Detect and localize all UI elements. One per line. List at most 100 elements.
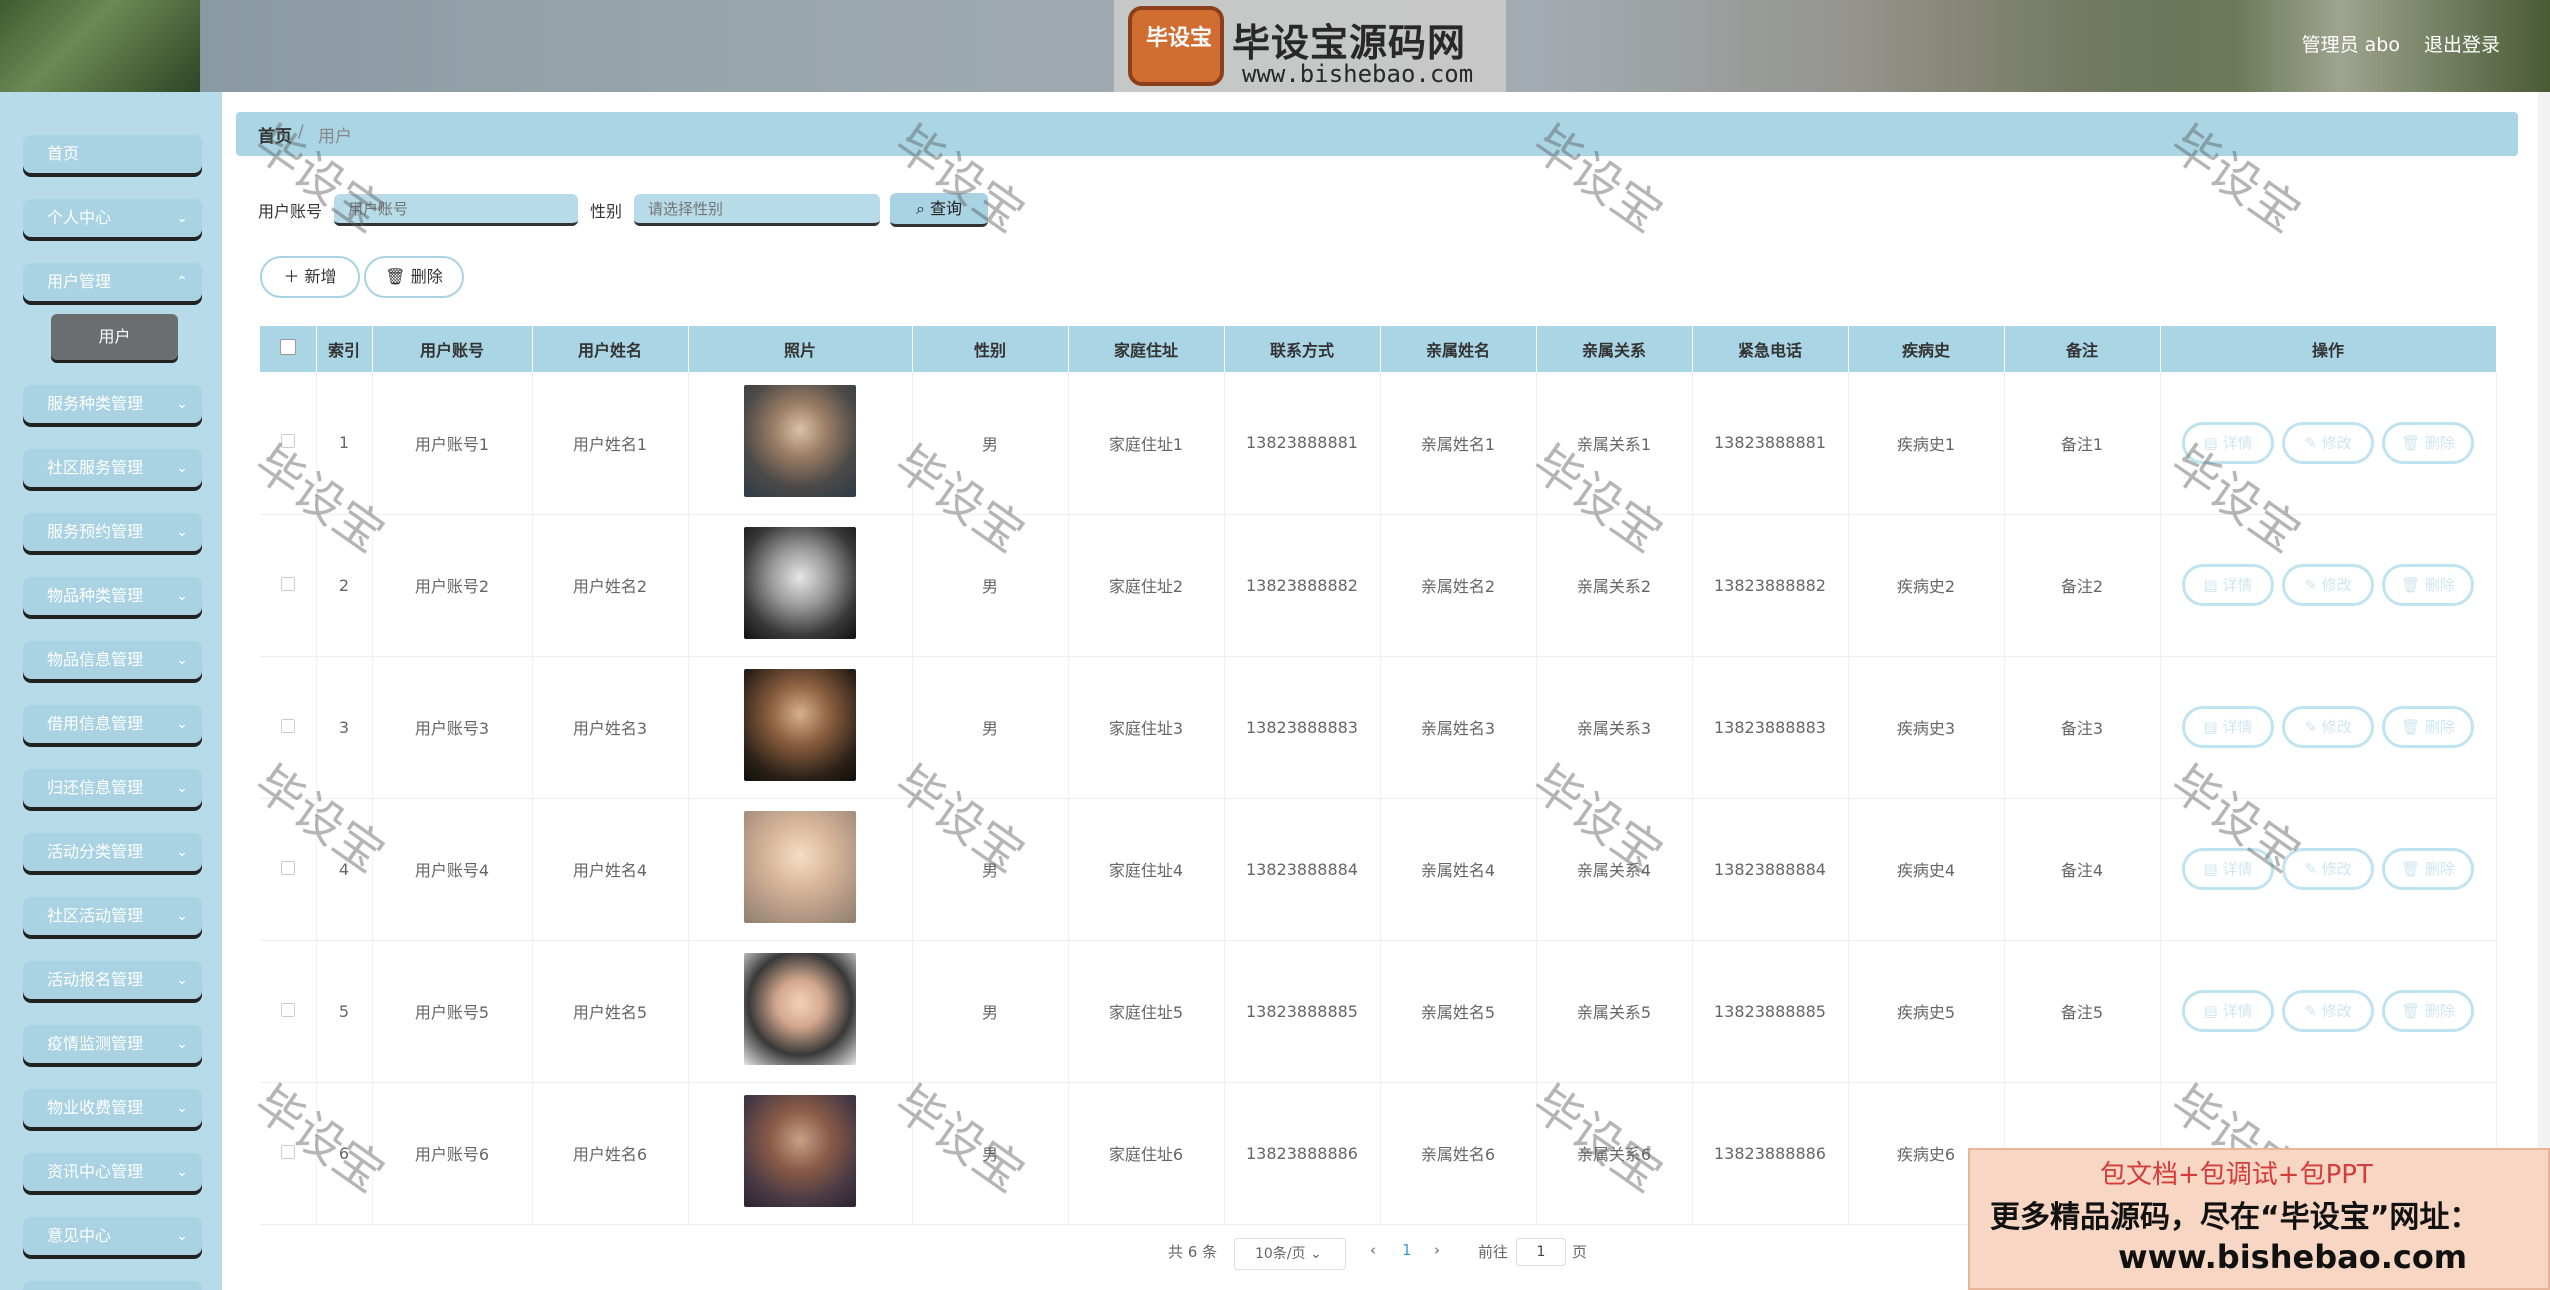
detail-button[interactable]: ▤ 详情 (2182, 990, 2274, 1032)
next-page-icon[interactable]: › (1434, 1241, 1440, 1259)
vertical-scrollbar[interactable] (2538, 92, 2550, 1290)
column-header: 紧急电话 (1692, 326, 1849, 372)
sidebar-item-service-category[interactable]: 服务种类管理 ⌄ (23, 385, 202, 423)
delete-button[interactable]: 🗑 删除 (2382, 564, 2474, 606)
sidebar-item-feedback-center[interactable]: 意见中心 ⌄ (23, 1217, 202, 1255)
sidebar-item-label: 活动报名管理 (47, 970, 144, 989)
pagination-total: 共 6 条 (1168, 1243, 1218, 1261)
goto-page-input[interactable]: 1 (1516, 1238, 1566, 1266)
sidebar-item-news-center[interactable]: 资讯中心管理 ⌄ (23, 1153, 202, 1191)
user-photo[interactable] (744, 669, 856, 781)
user-photo[interactable] (744, 384, 856, 497)
promo-banner[interactable]: 包文档+包调试+包PPT 更多精品源码，尽在“毕设宝”网址： www.bishe… (1968, 1148, 2550, 1290)
row-checkbox[interactable] (280, 860, 295, 875)
detail-button[interactable]: ▤ 详情 (2182, 706, 2274, 748)
disease-cell: 疾病史5 (1848, 940, 2005, 1083)
detail-label: 详情 (2222, 860, 2253, 878)
row-checkbox[interactable] (280, 1144, 295, 1159)
row-select-cell (260, 656, 317, 799)
account-search-input[interactable] (334, 194, 578, 226)
top-header: 毕设宝 毕设宝源码网 www.bishebao.com 管理员 abo 退出登录 (0, 0, 2550, 92)
sidebar-item-item-info[interactable]: 物品信息管理 ⌄ (23, 641, 202, 679)
account-cell: 用户账号6 (372, 1082, 533, 1225)
note-cell: 备注2 (2004, 514, 2161, 657)
page-unit-label: 页 (1572, 1243, 1588, 1261)
sidebar-subitem-user[interactable]: 用户 (51, 314, 178, 360)
detail-button[interactable]: ▤ 详情 (2182, 421, 2274, 464)
sidebar-item-property-fee[interactable]: 物业收费管理 ⌄ (23, 1089, 202, 1127)
edit-button[interactable]: ✎ 修改 (2282, 564, 2374, 606)
page-number-current[interactable]: 1 (1402, 1241, 1412, 1259)
user-photo[interactable] (744, 811, 856, 923)
phone-cell: 13823888886 (1224, 1082, 1381, 1225)
column-header: 疾病史 (1848, 326, 2005, 372)
delete-button[interactable]: 🗑 删除 (2382, 848, 2474, 890)
batch-delete-button[interactable]: 🗑 删除 (364, 256, 464, 298)
plus-icon: ＋ (283, 267, 300, 286)
sidebar-item-community-service[interactable]: 社区服务管理 ⌄ (23, 449, 202, 487)
emergency-cell: 13823888886 (1692, 1082, 1849, 1225)
prev-page-icon[interactable]: ‹ (1370, 1241, 1376, 1259)
delete-button[interactable]: 🗑 删除 (2382, 990, 2474, 1032)
phone-cell: 13823888883 (1224, 656, 1381, 799)
delete-label: 删除 (2424, 433, 2455, 452)
edit-button[interactable]: ✎ 修改 (2282, 421, 2374, 464)
sidebar-item-activity-category[interactable]: 活动分类管理 ⌄ (23, 833, 202, 871)
sidebar-item-home[interactable]: 首页 (23, 135, 202, 173)
row-checkbox[interactable] (280, 434, 295, 449)
detail-label: 详情 (2222, 433, 2253, 452)
edit-button[interactable]: ✎ 修改 (2282, 990, 2374, 1032)
select-all-header[interactable] (260, 326, 317, 372)
photo-cell (688, 1082, 913, 1225)
trash-icon: 🗑 (2401, 576, 2421, 594)
user-photo[interactable] (744, 953, 856, 1065)
page-size-value: 10条/页 (1255, 1246, 1306, 1262)
row-checkbox[interactable] (280, 718, 295, 733)
document-icon: ▤ (2203, 1002, 2218, 1020)
current-user: 管理员 abo (2301, 34, 2400, 56)
sidebar-item-profile[interactable]: 个人中心 ⌄ (23, 199, 202, 237)
logout-link[interactable]: 退出登录 (2424, 30, 2500, 57)
gender-cell: 男 (912, 940, 1069, 1083)
gender-cell: 男 (912, 372, 1069, 515)
account-cell: 用户账号2 (372, 514, 533, 657)
query-button[interactable]: ⌕ 查询 (890, 193, 988, 227)
address-cell: 家庭住址6 (1068, 1082, 1225, 1225)
delete-button[interactable]: 🗑 删除 (2382, 421, 2474, 464)
sidebar-item-epidemic-monitor[interactable]: 疫情监测管理 ⌄ (23, 1025, 202, 1063)
table-header-row: 索引 用户账号 用户姓名 照片 性别 家庭住址 联系方式 亲属姓名 亲属关系 紧… (260, 326, 2497, 372)
delete-button[interactable]: 🗑 删除 (2382, 706, 2474, 748)
detail-button[interactable]: ▤ 详情 (2182, 848, 2274, 890)
pencil-icon: ✎ (2304, 433, 2317, 452)
detail-button[interactable]: ▤ 详情 (2182, 564, 2274, 606)
gender-select[interactable] (634, 194, 880, 226)
edit-label: 修改 (2321, 1002, 2352, 1020)
user-photo[interactable] (744, 1095, 856, 1207)
sidebar-item-service-booking[interactable]: 服务预约管理 ⌄ (23, 513, 202, 551)
sidebar-item-label: 借用信息管理 (47, 714, 144, 733)
detail-label: 详情 (2222, 718, 2253, 736)
row-checkbox[interactable] (280, 1002, 295, 1017)
sidebar-item-user-management[interactable]: 用户管理 ⌃ (23, 263, 202, 301)
sidebar-item-more[interactable] (23, 1281, 202, 1290)
relative-cell: 亲属姓名2 (1380, 514, 1537, 657)
table-row: 3 用户账号3 用户姓名3 男 家庭住址3 13823888883 亲属姓名3 … (260, 656, 2497, 799)
sidebar-item-return-info[interactable]: 归还信息管理 ⌄ (23, 769, 202, 807)
delete-label: 删除 (2424, 860, 2455, 878)
edit-button[interactable]: ✎ 修改 (2282, 848, 2374, 890)
column-header: 性别 (912, 326, 1069, 372)
page-size-select[interactable]: 10条/页 ⌄ (1234, 1238, 1346, 1270)
edit-button[interactable]: ✎ 修改 (2282, 706, 2374, 748)
column-header: 索引 (316, 326, 373, 372)
search-icon: ⌕ (915, 199, 925, 218)
row-checkbox[interactable] (280, 576, 295, 591)
user-photo[interactable] (744, 527, 856, 639)
sidebar-item-activity-signup[interactable]: 活动报名管理 ⌄ (23, 961, 202, 999)
breadcrumb-home[interactable]: 首页 (258, 122, 292, 147)
select-all-checkbox[interactable] (279, 339, 296, 355)
sidebar-item-community-activity[interactable]: 社区活动管理 ⌄ (23, 897, 202, 935)
sidebar-item-borrow-info[interactable]: 借用信息管理 ⌄ (23, 705, 202, 743)
sidebar-item-item-category[interactable]: 物品种类管理 ⌄ (23, 577, 202, 615)
emergency-cell: 13823888881 (1692, 372, 1849, 515)
add-button[interactable]: ＋ 新增 (260, 256, 360, 298)
